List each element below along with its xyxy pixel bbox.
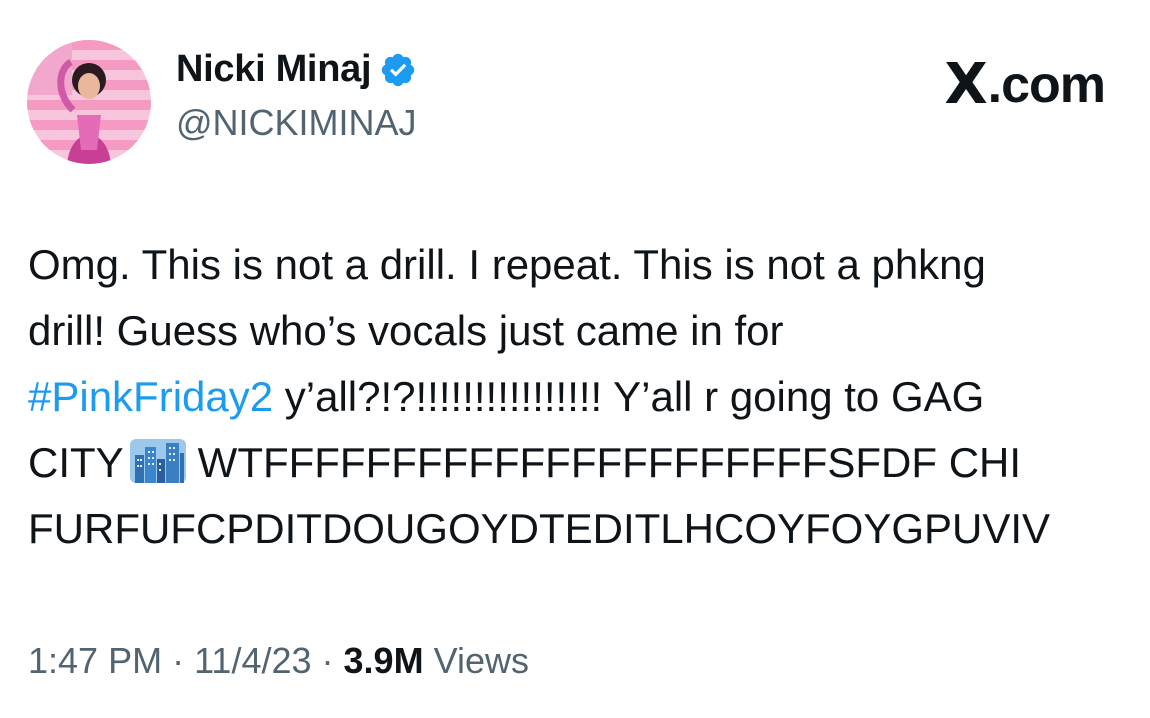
author-name-row[interactable]: Nicki Minaj [176,48,417,91]
tweet-metadata: 1:47 PM · 11/4/23 · 3.9M Views [28,640,529,682]
hashtag-link[interactable]: #PinkFriday2 [28,373,273,420]
tweet-time[interactable]: 1:47 PM [28,640,162,681]
views-count[interactable]: 3.9M [344,640,424,681]
views-label: Views [423,640,529,681]
x-com-logo: X .com [944,52,1106,117]
meta-separator: · [311,640,344,681]
meta-separator: · [162,640,195,681]
author-display-name[interactable]: Nicki Minaj [176,48,372,91]
tweet-line-3-rest: y’all?!?!!!!!!!!!!!!!!!! Y’all r going t… [273,373,985,420]
tweet-line-4-rest: WTFFFFFFFFFFFFFFFFFFFFFFSFDF CHI [197,439,1022,486]
x-com-logo-text: .com [987,55,1106,114]
city-skyline-emoji-icon [129,436,186,483]
tweet-line-3: #PinkFriday2 y’all?!?!!!!!!!!!!!!!!!! Y’… [28,364,1128,430]
verified-badge-icon [379,51,417,89]
tweet-line-4-start: CITY [28,439,124,486]
tweet-line-4: CITY WTFFFFFFFFFFFFFFFFFFFFFFSFDF CHI [28,430,1128,496]
tweet-text: Omg. This is not a drill. I repeat. This… [28,232,1128,562]
tweet-date[interactable]: 11/4/23 [194,640,311,681]
tweet-line-1: Omg. This is not a drill. I repeat. This… [28,241,986,288]
tweet-line-2: drill! Guess who’s vocals just came in f… [28,307,784,354]
x-logo-icon: X [944,52,987,117]
tweet-line-5: FURFUFCPDITDOUGOYDTEDITLHCOYFOYGPUVIV [28,505,1051,552]
author-handle[interactable]: @NICKIMINAJ [176,102,417,144]
avatar-image [27,40,151,164]
author-avatar[interactable] [27,40,151,164]
